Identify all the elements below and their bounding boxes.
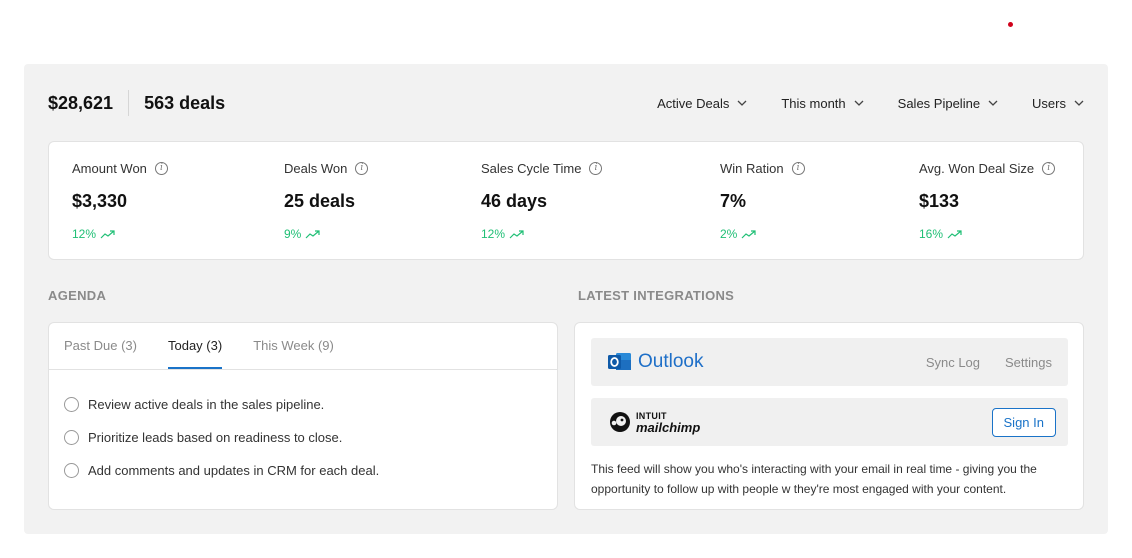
agenda-title: AGENDA: [48, 288, 107, 303]
integrations-title: LATEST INTEGRATIONS: [578, 288, 735, 303]
mailchimp-brand-name: mailchimp: [636, 420, 701, 435]
dashboard-panel: $28,621 563 deals Active Deals This mont…: [24, 64, 1108, 534]
trend-up-icon: [100, 230, 115, 239]
stat-value: 25 deals: [284, 191, 356, 211]
stat-amount-won: Amount Won i $3,330 12%: [72, 160, 168, 241]
stat-sales-cycle-time: Sales Cycle Time i 46 days 12%: [481, 160, 603, 241]
filter-users[interactable]: Users: [1032, 96, 1084, 111]
tab-today[interactable]: Today (3): [167, 323, 223, 369]
outlook-name: Outlook: [638, 351, 704, 372]
stat-label: Sales Cycle Time: [481, 160, 582, 176]
task-checkbox[interactable]: [64, 463, 79, 478]
task-text: Prioritize leads based on readiness to c…: [88, 430, 343, 445]
sign-in-button[interactable]: Sign In: [991, 407, 1056, 437]
integration-outlook: Outlook Sync Log Settings: [591, 338, 1068, 386]
filter-group: Active Deals This month Sales Pipeline U…: [657, 96, 1084, 111]
chevron-down-icon: [1074, 100, 1084, 106]
info-icon[interactable]: i: [355, 161, 369, 175]
notification-dot: [1008, 22, 1013, 27]
stat-value: $133: [919, 191, 960, 211]
stat-value: 7%: [720, 191, 747, 211]
feed-description: This feed will show you who's interactin…: [591, 462, 1037, 496]
stat-value: $3,330: [72, 191, 128, 211]
filter-label: Active Deals: [657, 95, 730, 111]
mailchimp-logo: INTUIT mailchimp: [608, 410, 700, 434]
summary-bar: $28,621 563 deals Active Deals This mont…: [48, 90, 1084, 116]
total-amount: $28,621: [48, 90, 130, 116]
outlook-icon: [608, 353, 631, 370]
task-text: Review active deals in the sales pipelin…: [88, 397, 325, 412]
stat-change: 2%: [720, 227, 738, 241]
filter-label: Users: [1032, 95, 1066, 111]
task-list: Review active deals in the sales pipelin…: [49, 370, 557, 487]
filter-active-deals[interactable]: Active Deals: [657, 96, 747, 111]
filter-label: This month: [781, 95, 846, 111]
stat-label: Deals Won: [284, 160, 348, 176]
stat-win-ration: Win Ration i 7% 2%: [720, 160, 805, 241]
stat-deals-won: Deals Won i 25 deals 9%: [284, 160, 369, 241]
stat-change: 12%: [481, 227, 506, 241]
trend-up-icon: [305, 230, 320, 239]
settings-link[interactable]: Settings: [1005, 355, 1052, 370]
info-icon[interactable]: i: [589, 161, 603, 175]
info-icon[interactable]: i: [1042, 161, 1056, 175]
stat-label: Avg. Won Deal Size: [919, 160, 1035, 176]
outlook-logo: Outlook: [608, 351, 703, 373]
tab-this-week[interactable]: This Week (9): [253, 323, 334, 369]
sync-log-link[interactable]: Sync Log: [926, 355, 980, 370]
task-item: Add comments and updates in CRM for each…: [49, 454, 557, 487]
stat-change: 9%: [284, 227, 302, 241]
task-item: Prioritize leads based on readiness to c…: [49, 421, 557, 454]
tab-past-due[interactable]: Past Due (3): [64, 323, 137, 369]
stat-change: 12%: [72, 227, 97, 241]
task-checkbox[interactable]: [64, 430, 79, 445]
integration-mailchimp: INTUIT mailchimp Sign In: [591, 398, 1068, 446]
filter-period[interactable]: This month: [781, 95, 864, 111]
task-item: Review active deals in the sales pipelin…: [49, 388, 557, 421]
filter-pipeline[interactable]: Sales Pipeline: [898, 96, 998, 111]
agenda-card: Past Due (3) Today (3) This Week (9) Rev…: [48, 322, 558, 510]
info-icon[interactable]: i: [154, 161, 168, 175]
stat-label: Amount Won: [72, 160, 147, 176]
task-text: Add comments and updates in CRM for each…: [88, 463, 380, 478]
info-icon[interactable]: i: [791, 161, 805, 175]
task-checkbox[interactable]: [64, 397, 79, 412]
total-deals: 563 deals: [144, 92, 226, 113]
trend-up-icon: [509, 230, 524, 239]
trend-up-icon: [741, 230, 756, 239]
integrations-card: Outlook Sync Log Settings INTUIT mailchi…: [574, 322, 1084, 510]
chevron-down-icon: [737, 100, 747, 106]
chevron-down-icon: [988, 100, 998, 106]
stat-change: 16%: [919, 227, 944, 241]
stat-label: Win Ration: [720, 160, 784, 176]
trend-up-icon: [947, 230, 962, 239]
agenda-tabs: Past Due (3) Today (3) This Week (9): [49, 323, 557, 370]
stat-value: 46 days: [481, 191, 548, 211]
chevron-down-icon: [854, 100, 864, 106]
stats-card: Amount Won i $3,330 12% Deals Won i 25 dea…: [48, 141, 1084, 260]
stat-avg-won-deal-size: Avg. Won Deal Size i $133 16%: [919, 160, 1056, 241]
mailchimp-icon: [610, 412, 630, 432]
filter-label: Sales Pipeline: [897, 95, 981, 111]
